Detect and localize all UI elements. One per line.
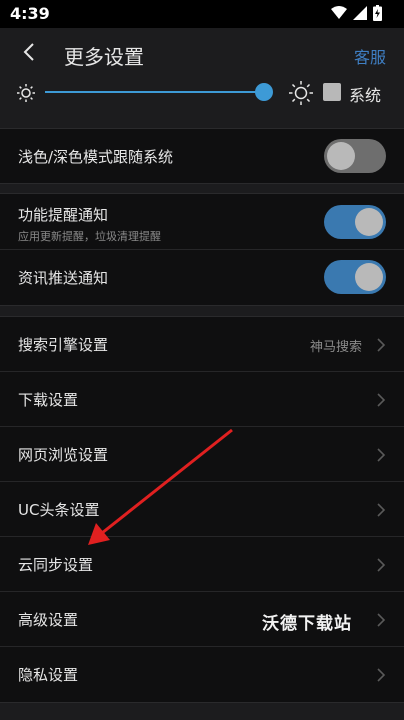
toggle-knob <box>355 208 383 236</box>
privacy-settings-row[interactable]: 隐私设置 <box>0 647 404 702</box>
chevron-right-icon <box>377 448 386 462</box>
news-push-row[interactable]: 资讯推送通知 <box>0 250 404 305</box>
customer-service-button[interactable]: 客服 <box>354 44 386 68</box>
news-push-toggle[interactable] <box>324 260 386 294</box>
web-browsing-settings-row[interactable]: 网页浏览设置 <box>0 427 404 482</box>
chevron-right-icon <box>377 503 386 517</box>
sun-large-icon <box>289 81 313 105</box>
chevron-left-icon[interactable] <box>18 40 40 64</box>
search-engine-value: 神马搜索 <box>309 340 362 355</box>
row-label: 隐私设置 <box>18 666 79 684</box>
status-time: 4:39 <box>10 4 50 23</box>
row-label: 浅色/深色模式跟随系统 <box>18 148 174 166</box>
follow-system-theme-row[interactable]: 浅色/深色模式跟随系统 <box>0 129 404 183</box>
status-bar: 4:39 <box>0 0 404 28</box>
row-label: 云同步设置 <box>18 556 94 574</box>
notification-group: 功能提醒通知 应用更新提醒，垃圾清理提醒 资讯推送通知 <box>0 193 404 306</box>
chevron-right-icon <box>377 668 386 682</box>
brightness-slider-knob[interactable] <box>255 83 273 101</box>
settings-list-group: 搜索引擎设置 神马搜索 下载设置 网页浏览设置 UC头条设置 云同步设置 高级设… <box>0 316 404 703</box>
row-label: 网页浏览设置 <box>18 446 109 464</box>
battery-charging-icon <box>373 5 382 21</box>
signal-icon <box>353 6 367 20</box>
search-engine-settings-row[interactable]: 搜索引擎设置 神马搜索 <box>0 317 404 372</box>
chevron-right-icon <box>377 338 386 352</box>
cloud-sync-settings-row[interactable]: 云同步设置 <box>0 537 404 592</box>
uc-headlines-settings-row[interactable]: UC头条设置 <box>0 482 404 537</box>
sun-small-icon <box>17 84 35 102</box>
row-sublabel: 应用更新提醒，垃圾清理提醒 <box>18 230 161 243</box>
row-label: 资讯推送通知 <box>18 269 109 287</box>
row-label: 搜索引擎设置 <box>18 336 109 354</box>
chevron-right-icon <box>377 558 386 572</box>
brightness-slider-track[interactable] <box>45 91 264 93</box>
chevron-right-icon <box>377 613 386 627</box>
row-label: 功能提醒通知 <box>18 206 109 224</box>
follow-system-theme-toggle[interactable] <box>324 139 386 173</box>
wifi-icon <box>331 6 347 19</box>
row-label: 高级设置 <box>18 611 79 629</box>
brightness-control: 系统 <box>0 80 404 106</box>
toggle-knob <box>355 263 383 291</box>
row-label: 下载设置 <box>18 391 79 409</box>
toggle-knob <box>327 142 355 170</box>
header: 更多设置 客服 <box>0 28 404 80</box>
feature-reminder-toggle[interactable] <box>324 205 386 239</box>
download-settings-row[interactable]: 下载设置 <box>0 372 404 427</box>
system-brightness-label: 系统 <box>349 86 382 105</box>
status-icons <box>331 5 382 21</box>
chevron-right-icon <box>377 393 386 407</box>
theme-group: 浅色/深色模式跟随系统 <box>0 128 404 184</box>
system-brightness-checkbox[interactable] <box>323 83 341 101</box>
row-label: UC头条设置 <box>18 501 100 519</box>
page-title: 更多设置 <box>64 45 144 69</box>
feature-reminder-row[interactable]: 功能提醒通知 应用更新提醒，垃圾清理提醒 <box>0 194 404 250</box>
watermark-text: 沃德下载站 <box>262 614 352 634</box>
